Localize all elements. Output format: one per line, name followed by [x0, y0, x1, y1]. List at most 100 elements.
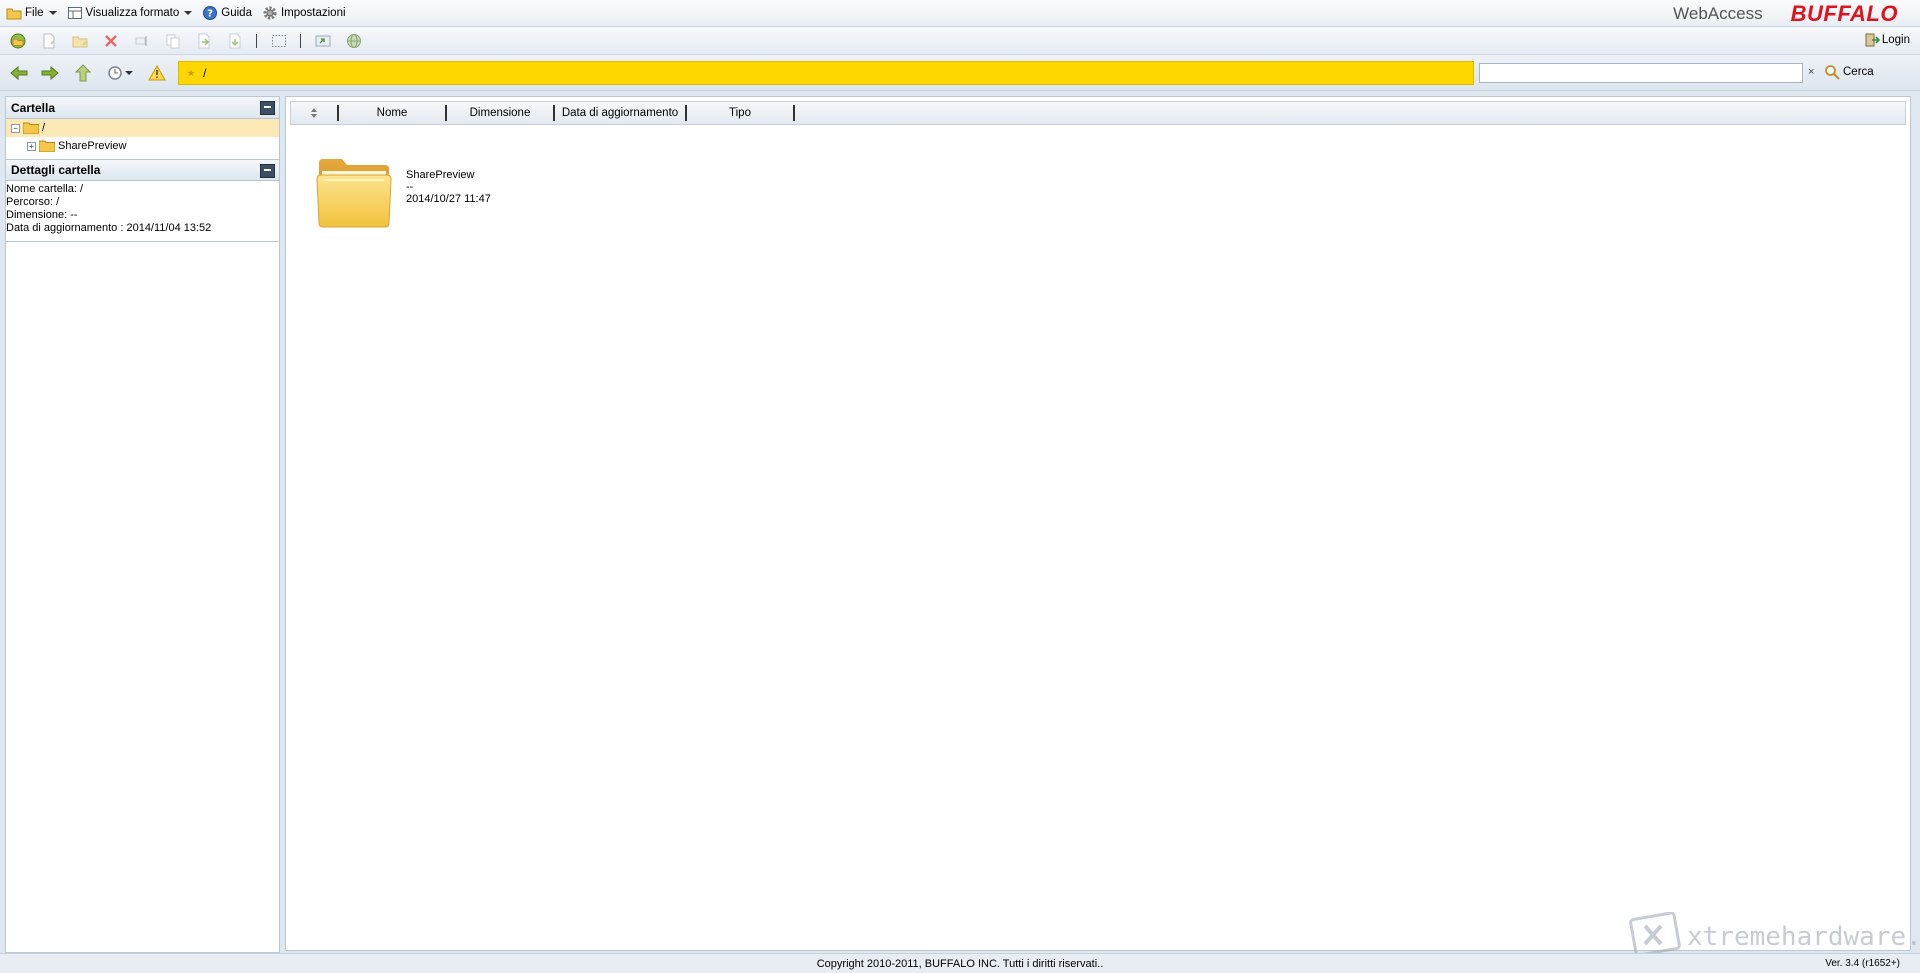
move-button[interactable]: [194, 31, 214, 51]
forward-button[interactable]: [39, 63, 61, 83]
rename-icon: [135, 35, 147, 46]
menu-bar: File Visualizza formato ? Guida Impostaz…: [0, 0, 1920, 27]
search-button-label: Cerca: [1843, 66, 1874, 78]
left-panel: Cartella − / + SharePreview Dettagli car…: [5, 96, 280, 953]
open-folder-icon: [23, 122, 39, 134]
detail-updated: Data di aggiornamento : 2014/11/04 13:52: [6, 222, 212, 234]
column-type[interactable]: Tipo: [687, 105, 795, 121]
collapse-details-panel-button[interactable]: [260, 164, 275, 178]
close-icon: [105, 34, 117, 47]
login-icon: [1865, 33, 1880, 47]
login-label: Login: [1881, 34, 1910, 46]
login-button[interactable]: Login: [1864, 32, 1910, 48]
menu-help[interactable]: ? Guida: [198, 3, 256, 23]
file-item[interactable]: SharePreview -- 2014/10/27 11:47: [316, 157, 491, 229]
tree-item-sharepreview[interactable]: + SharePreview: [6, 137, 279, 155]
details-panel-title: Dettagli cartella: [11, 163, 101, 177]
toolbar: Login: [0, 27, 1920, 55]
download-button[interactable]: [225, 31, 245, 51]
arrow-up-icon: [75, 64, 91, 82]
chevron-down-icon: [48, 11, 57, 15]
brand: WebAccess BUFFALO: [1673, 1, 1898, 26]
folder-details: Nome cartella: / Percorso: / Dimensione:…: [6, 181, 279, 242]
watermark-text: xtremehardware.com: [1687, 922, 1920, 952]
column-size-label: Dimensione: [469, 107, 531, 119]
collapse-folder-panel-button[interactable]: [260, 101, 275, 115]
tree-item-label: SharePreview: [58, 140, 127, 152]
menu-view-format[interactable]: Visualizza formato: [63, 3, 197, 23]
rename-button[interactable]: [132, 31, 152, 51]
sort-icon: [311, 108, 317, 118]
file-updated: 2014/10/27 11:47: [406, 193, 491, 205]
file-name: SharePreview: [406, 169, 475, 181]
folder-icon: [6, 5, 22, 21]
menu-settings[interactable]: Impostazioni: [258, 3, 350, 23]
arrow-right-icon: [41, 65, 59, 81]
buffalo-logo: BUFFALO: [1790, 1, 1898, 26]
folder-tree: − / + SharePreview: [6, 119, 279, 155]
svg-text:?: ?: [207, 9, 213, 20]
footer: Copyright 2010-2011, BUFFALO INC. Tutti …: [0, 953, 1920, 973]
upload-folder-icon: [72, 36, 88, 47]
toolbar-divider: [256, 33, 257, 48]
path-field[interactable]: ★ /: [178, 61, 1474, 85]
column-name[interactable]: Nome: [339, 105, 447, 121]
menu-view-format-label: Visualizza formato: [85, 7, 180, 19]
warning-icon: [148, 65, 166, 81]
detail-size: Dimensione: --: [6, 209, 78, 221]
send-button[interactable]: [313, 31, 333, 51]
search-clear-button[interactable]: ×: [1808, 66, 1814, 78]
tree-item-label: /: [42, 122, 46, 134]
file-size: --: [406, 181, 414, 193]
history-dropdown[interactable]: [106, 63, 134, 83]
delete-button[interactable]: [101, 31, 121, 51]
toolbar-divider: [300, 33, 301, 48]
history-icon: [108, 66, 122, 80]
up-folder-button[interactable]: [72, 63, 94, 83]
collapse-icon[interactable]: −: [11, 123, 20, 133]
upload-file-button[interactable]: [39, 31, 59, 51]
menu-settings-label: Impostazioni: [280, 7, 346, 19]
upload-folder-button[interactable]: [70, 31, 90, 51]
grid-view-icon: [67, 5, 83, 21]
detail-folder-name: Nome cartella: /: [6, 183, 84, 195]
back-button[interactable]: [8, 63, 30, 83]
tree-item-root[interactable]: − /: [6, 119, 279, 137]
bookmark-icon: ★: [187, 67, 196, 78]
current-path: /: [203, 66, 207, 80]
copy-icon: [166, 34, 180, 48]
chevron-down-icon: [125, 71, 133, 75]
expand-icon[interactable]: +: [27, 141, 36, 151]
column-size[interactable]: Dimensione: [447, 105, 555, 121]
app-title: WebAccess: [1673, 4, 1763, 23]
share-button[interactable]: [344, 31, 364, 51]
search-input[interactable]: [1479, 63, 1803, 83]
menu-file-label: File: [25, 7, 44, 19]
sort-column[interactable]: [291, 105, 339, 121]
column-name-label: Nome: [376, 107, 408, 119]
address-bar: ★ / × Cerca: [0, 55, 1920, 91]
chevron-down-icon: [184, 11, 193, 15]
menu-file[interactable]: File: [2, 3, 61, 23]
search-button[interactable]: Cerca: [1824, 64, 1874, 80]
file-meta: SharePreview -- 2014/10/27 11:47: [406, 169, 491, 229]
column-header: Nome Dimensione Data di aggiornamento Ti…: [290, 101, 1906, 125]
send-icon: [315, 35, 331, 46]
move-icon: [198, 33, 210, 48]
column-updated[interactable]: Data di aggiornamento: [555, 105, 687, 121]
folder-panel-title: Cartella: [11, 100, 56, 115]
folder-panel-header: Cartella: [6, 97, 279, 119]
column-updated-label: Data di aggiornamento: [561, 107, 679, 119]
search-icon: [1825, 65, 1840, 80]
globe-icon: [347, 33, 361, 48]
copy-button[interactable]: [163, 31, 183, 51]
download-icon: [229, 33, 241, 48]
warning-button[interactable]: [146, 63, 168, 83]
column-type-label: Tipo: [729, 107, 751, 119]
version: Ver. 3.4 (r1652+): [1825, 958, 1900, 969]
new-folder-button[interactable]: [8, 31, 28, 51]
details-panel-header: Dettagli cartella: [6, 159, 279, 181]
select-all-button[interactable]: [269, 31, 289, 51]
detail-path: Percorso: /: [6, 196, 60, 208]
select-all-icon: [272, 34, 286, 47]
